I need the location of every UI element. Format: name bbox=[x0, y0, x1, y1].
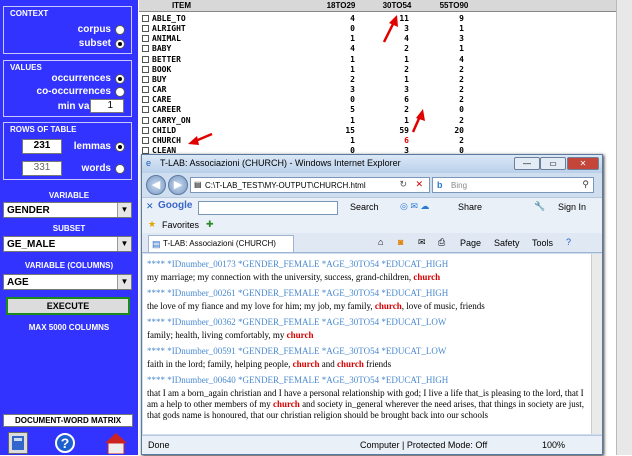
record-header: **** *IDnumber_00362 *GENDER_FEMALE *AGE… bbox=[147, 317, 447, 327]
record-text: the love of my fiance and my love for hi… bbox=[147, 301, 587, 312]
ie-titlebar: e T-LAB: Associazioni (CHURCH) - Windows… bbox=[142, 155, 602, 173]
add-favorite-icon[interactable]: ✚ bbox=[206, 219, 214, 230]
wrench-icon[interactable]: 🔧 bbox=[534, 201, 545, 212]
tab-bar: ▤ T-LAB: Associazioni (CHURCH) ⌂ ◙ ✉ ⎙ P… bbox=[142, 233, 602, 253]
keyword-highlight: church bbox=[336, 359, 364, 369]
zoom-level[interactable]: 100% bbox=[542, 440, 565, 450]
record: **** *IDnumber_00591 *GENDER_FEMALE *AGE… bbox=[147, 346, 587, 370]
status-zone: Computer | Protected Mode: Off bbox=[360, 440, 488, 450]
status-text: Done bbox=[148, 440, 170, 450]
search-icon[interactable]: ⚲ bbox=[582, 179, 589, 190]
help-icon[interactable]: ? bbox=[566, 237, 571, 247]
google-toolbar: ✕ Google Search ◎ ✉ ☁ Share 🔧 Sign In bbox=[142, 197, 602, 217]
record: **** *IDnumber_00362 *GENDER_FEMALE *AGE… bbox=[147, 317, 587, 341]
google-search-button[interactable]: Search bbox=[350, 202, 379, 212]
maximize-button[interactable]: ▭ bbox=[540, 157, 566, 170]
back-button[interactable]: ◀ bbox=[146, 175, 166, 195]
record-header: **** *IDnumber_00640 *GENDER_FEMALE *AGE… bbox=[147, 375, 449, 385]
text-span: faith in the lord; family, helping peopl… bbox=[147, 359, 293, 369]
text-span: family; health, living comfortably, my bbox=[147, 330, 287, 340]
arrow-icon bbox=[411, 109, 425, 133]
keyword-highlight: church bbox=[413, 272, 441, 282]
star-icon: ★ bbox=[148, 219, 157, 229]
keyword-highlight: church bbox=[272, 399, 300, 409]
refresh-icon[interactable]: ↻ bbox=[399, 179, 407, 190]
address-text: C:\T-LAB_TEST\MY-OUTPUT\CHURCH.html bbox=[205, 181, 366, 190]
address-bar[interactable]: ▤ C:\T-LAB_TEST\MY-OUTPUT\CHURCH.html ↻ … bbox=[190, 177, 430, 193]
record-text: that I am a born_again christian and I h… bbox=[147, 388, 587, 421]
favorites-button[interactable]: Favorites bbox=[162, 220, 199, 230]
record: **** *IDnumber_00261 *GENDER_FEMALE *AGE… bbox=[147, 288, 587, 312]
arrow-icon bbox=[382, 15, 398, 43]
keyword-highlight: church bbox=[374, 301, 402, 311]
text-span: and bbox=[319, 359, 337, 369]
home-icon[interactable]: ⌂ bbox=[378, 237, 383, 247]
google-search-input[interactable] bbox=[198, 201, 338, 215]
page-icon: ▤ bbox=[194, 180, 202, 189]
bing-icon: b bbox=[437, 180, 443, 190]
share-button[interactable]: Share bbox=[458, 202, 482, 212]
close-icon[interactable]: ✕ bbox=[146, 201, 154, 212]
close-button[interactable]: ✕ bbox=[567, 157, 599, 170]
page-menu[interactable]: Page bbox=[460, 238, 481, 248]
feeds-icon[interactable]: ◙ bbox=[398, 237, 403, 247]
minimize-button[interactable]: — bbox=[514, 157, 540, 170]
search-placeholder: Bing bbox=[451, 181, 468, 190]
ie-logo-icon: e bbox=[146, 158, 152, 168]
favorites-bar: ★ Favorites ✚ bbox=[142, 217, 602, 233]
print-icon[interactable]: ⎙ bbox=[438, 237, 445, 248]
tab-church[interactable]: ▤ T-LAB: Associazioni (CHURCH) bbox=[148, 235, 294, 252]
page-content: **** *IDnumber_00173 *GENDER_FEMALE *AGE… bbox=[143, 254, 591, 434]
ie-window: e T-LAB: Associazioni (CHURCH) - Windows… bbox=[141, 154, 603, 455]
toolbar-tools-icon[interactable]: ◎ ✉ ☁ bbox=[400, 201, 429, 212]
text-span: , love of music, friends bbox=[401, 301, 485, 311]
record: **** *IDnumber_00173 *GENDER_FEMALE *AGE… bbox=[147, 259, 587, 283]
status-bar: Done Computer | Protected Mode: Off 100% bbox=[142, 435, 602, 454]
text-span: the love of my fiance and my love for hi… bbox=[147, 301, 375, 311]
keyword-highlight: church bbox=[286, 330, 314, 340]
record-header: **** *IDnumber_00261 *GENDER_FEMALE *AGE… bbox=[147, 288, 449, 298]
content-scrollbar[interactable] bbox=[591, 254, 602, 434]
sign-in-button[interactable]: Sign In bbox=[558, 202, 586, 212]
tab-title: T-LAB: Associazioni (CHURCH) bbox=[163, 239, 276, 248]
arrow-icon bbox=[188, 132, 213, 145]
record-text: family; health, living comfortably, my c… bbox=[147, 330, 587, 341]
record-header: **** *IDnumber_00173 *GENDER_FEMALE *AGE… bbox=[147, 259, 449, 269]
text-span: friends bbox=[363, 359, 392, 369]
safety-menu[interactable]: Safety bbox=[494, 238, 520, 248]
tab-page-icon: ▤ bbox=[152, 239, 161, 249]
record: **** *IDnumber_00640 *GENDER_FEMALE *AGE… bbox=[147, 375, 587, 421]
google-logo: Google bbox=[158, 200, 193, 211]
record-text: my marriage; my connection with the univ… bbox=[147, 272, 587, 283]
forward-button[interactable]: ▶ bbox=[168, 175, 188, 195]
keyword-highlight: church bbox=[292, 359, 320, 369]
stop-icon[interactable]: ✕ bbox=[415, 179, 423, 190]
search-box[interactable]: b Bing ⚲ bbox=[432, 177, 594, 193]
mail-icon[interactable]: ✉ bbox=[418, 237, 426, 248]
text-span: my marriage; my connection with the univ… bbox=[147, 272, 414, 282]
ie-title-text: T-LAB: Associazioni (CHURCH) - Windows I… bbox=[160, 158, 401, 168]
record-header: **** *IDnumber_00591 *GENDER_FEMALE *AGE… bbox=[147, 346, 447, 356]
record-text: faith in the lord; family, helping peopl… bbox=[147, 359, 587, 370]
tools-menu[interactable]: Tools bbox=[532, 238, 553, 248]
